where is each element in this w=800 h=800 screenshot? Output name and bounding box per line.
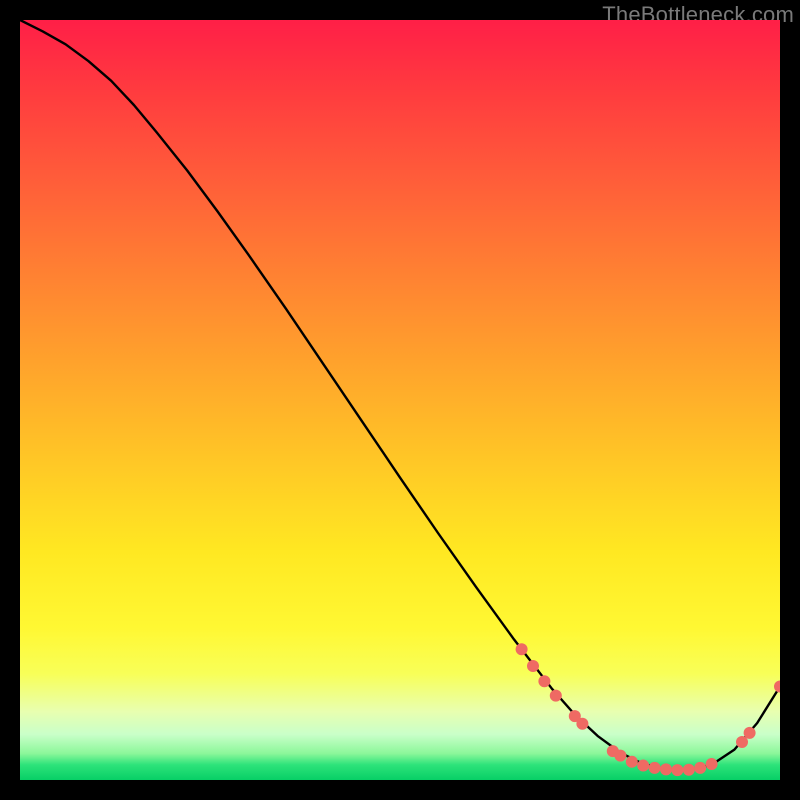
- marker-dot: [683, 764, 695, 776]
- marker-dot: [626, 756, 638, 768]
- marker-dot: [614, 750, 626, 762]
- chart-stage: TheBottleneck.com: [0, 0, 800, 800]
- marker-dot: [527, 660, 539, 672]
- plot-area: [20, 20, 780, 780]
- marker-dot: [744, 727, 756, 739]
- marker-dots-layer: [20, 20, 780, 780]
- marker-dot: [774, 681, 780, 693]
- marker-dot: [671, 764, 683, 776]
- marker-dot: [706, 758, 718, 770]
- marker-dot: [694, 762, 706, 774]
- marker-dot: [516, 643, 528, 655]
- marker-dot: [649, 762, 661, 774]
- marker-dot: [660, 763, 672, 775]
- marker-dot: [637, 760, 649, 772]
- marker-dot: [550, 690, 562, 702]
- marker-dots-group: [516, 643, 780, 776]
- marker-dot: [538, 675, 550, 687]
- marker-dot: [576, 718, 588, 730]
